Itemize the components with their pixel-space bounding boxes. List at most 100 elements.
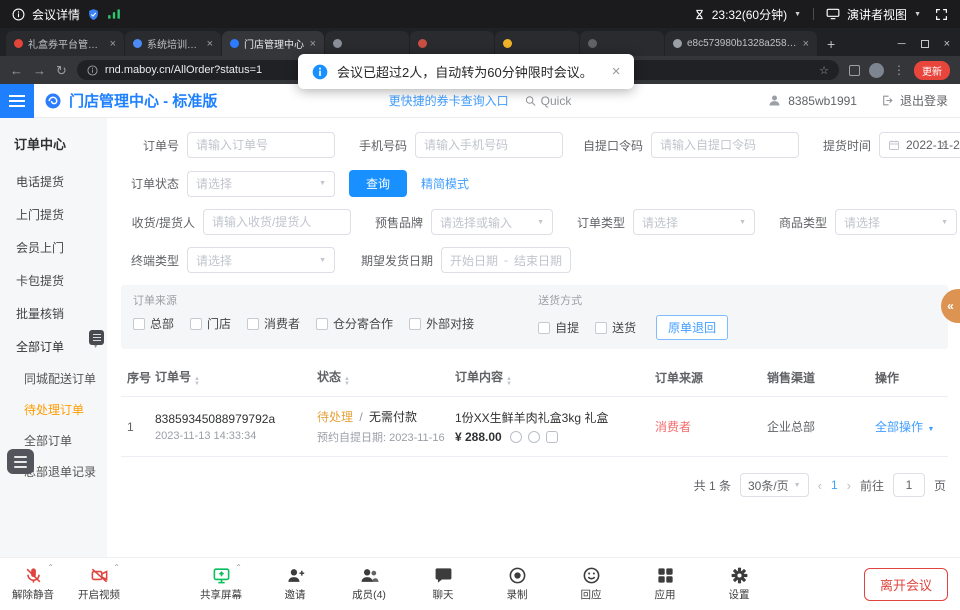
- phone-input[interactable]: [415, 132, 563, 158]
- chevron-up-icon[interactable]: ⌃: [113, 563, 120, 572]
- sidebar-item-phone-pickup[interactable]: 电话提货: [0, 165, 107, 198]
- username[interactable]: 8385wb1991: [788, 94, 857, 108]
- floating-menu-button[interactable]: [7, 449, 34, 474]
- checkbox-warehouse-coop[interactable]: 仓分寄合作: [316, 315, 393, 332]
- coupon-query-link[interactable]: 更快捷的券卡查询入口: [389, 92, 509, 109]
- sidebar-item-member-visit[interactable]: 会员上门: [0, 231, 107, 264]
- sidebar-drag-handle[interactable]: [89, 330, 104, 345]
- col-header[interactable]: 订单内容▲▼: [455, 368, 655, 387]
- chevron-down-icon[interactable]: ▼: [927, 426, 934, 433]
- simple-mode-link[interactable]: 精简模式: [421, 175, 469, 192]
- prev-page-button[interactable]: ‹: [818, 478, 822, 493]
- signal-icon[interactable]: [107, 8, 121, 20]
- presale-brand-select[interactable]: 请选择或输入 ▼: [431, 209, 553, 235]
- date-start-placeholder[interactable]: 开始日期: [450, 252, 498, 269]
- col-header[interactable]: 状态▲▼: [317, 368, 455, 387]
- terminal-type-select[interactable]: 请选择 ▼: [187, 247, 335, 273]
- search-button[interactable]: 查询: [349, 170, 407, 197]
- settings-button[interactable]: 设置: [714, 566, 764, 602]
- browser-update-button[interactable]: 更新: [914, 61, 950, 80]
- chevron-down-icon[interactable]: ▼: [914, 11, 921, 18]
- chevron-up-icon[interactable]: ⌃: [47, 563, 54, 572]
- browser-tab[interactable]: [410, 31, 494, 56]
- extensions-icon[interactable]: [849, 65, 860, 76]
- ship-date-range[interactable]: 开始日期 - 结束日期: [441, 247, 571, 273]
- new-tab-button[interactable]: +: [818, 36, 844, 52]
- start-video-button[interactable]: 开启视频 ⌃: [74, 566, 124, 602]
- sort-icon[interactable]: ▲▼: [194, 377, 200, 387]
- hamburger-menu-button[interactable]: [0, 84, 34, 118]
- order-no-input[interactable]: [187, 132, 335, 158]
- sidebar-item-pending-orders[interactable]: 待处理订单: [0, 394, 107, 425]
- sidebar-item-city-delivery[interactable]: 同城配送订单: [0, 363, 107, 394]
- checkbox-consumer[interactable]: 消费者: [247, 315, 300, 332]
- checkbox-external[interactable]: 外部对接: [409, 315, 474, 332]
- sort-icon[interactable]: ▲▼: [506, 377, 512, 387]
- tab-close-icon[interactable]: ×: [310, 38, 316, 50]
- col-header[interactable]: 订单号▲▼: [155, 368, 317, 387]
- tab-close-icon[interactable]: ×: [110, 38, 116, 50]
- order-status-select[interactable]: 请选择 ▼: [187, 171, 335, 197]
- order-type-select[interactable]: 请选择 ▼: [633, 209, 755, 235]
- receiver-input[interactable]: [203, 209, 351, 235]
- members-button[interactable]: 成员(4): [344, 566, 394, 602]
- row-actions-dropdown[interactable]: 全部操作: [875, 420, 923, 434]
- close-icon[interactable]: ×: [612, 63, 621, 80]
- share-screen-button[interactable]: 共享屏幕 ⌃: [196, 566, 246, 602]
- view-mode-selector[interactable]: 演讲者视图: [847, 6, 907, 23]
- sidebar-item-door-pickup[interactable]: 上门提货: [0, 198, 107, 231]
- browser-tab[interactable]: [580, 31, 664, 56]
- tab-close-icon[interactable]: ×: [803, 38, 809, 50]
- expand-panel-icon[interactable]: »: [941, 136, 948, 151]
- chat-button[interactable]: 聊天: [418, 566, 468, 602]
- page-size-select[interactable]: 30条/页 ▼: [740, 473, 809, 497]
- browser-tab-active[interactable]: 门店管理中心 ×: [222, 31, 324, 56]
- maximize-icon[interactable]: [921, 40, 929, 48]
- shield-check-icon[interactable]: [87, 7, 100, 22]
- unmute-button[interactable]: 解除静音 ⌃: [8, 566, 58, 602]
- browser-menu-icon[interactable]: ⋮: [893, 63, 905, 77]
- chevron-down-icon[interactable]: ▼: [794, 11, 801, 18]
- date-start-value[interactable]: 2022-11-21: [906, 138, 960, 152]
- quick-search[interactable]: Quick: [525, 94, 572, 108]
- invite-button[interactable]: 邀请: [270, 566, 320, 602]
- fullscreen-icon[interactable]: [935, 8, 948, 21]
- browser-tab[interactable]: [325, 31, 409, 56]
- table-row[interactable]: 1 83859345088979792a 2023-11-13 14:33:34…: [121, 397, 948, 457]
- browser-tab[interactable]: 礼盒券平台管理中心 ×: [6, 31, 124, 56]
- back-icon[interactable]: ←: [10, 64, 23, 77]
- checkbox-store[interactable]: 门店: [190, 315, 231, 332]
- browser-tab[interactable]: e8c573980b1328a258fd2e6l ×: [665, 31, 817, 56]
- url-text[interactable]: rnd.maboy.cn/AllOrder?status=1: [105, 64, 262, 76]
- close-icon[interactable]: ×: [944, 38, 950, 50]
- browser-tab[interactable]: 系统培训学习 ×: [125, 31, 221, 56]
- goods-type-select[interactable]: 请选择 ▼: [835, 209, 957, 235]
- record-button[interactable]: 录制: [492, 566, 542, 602]
- browser-tab[interactable]: [495, 31, 579, 56]
- sidebar-item-batch-verify[interactable]: 批量核销: [0, 297, 107, 330]
- order-no[interactable]: 83859345088979792a: [155, 412, 317, 426]
- minimize-icon[interactable]: ─: [898, 38, 906, 50]
- reactions-button[interactable]: 回应: [566, 566, 616, 602]
- logout-button[interactable]: 退出登录: [900, 92, 948, 109]
- browser-profile-avatar[interactable]: [869, 63, 884, 78]
- meeting-details-link[interactable]: 会议详情: [32, 6, 80, 23]
- sidebar-item-card-pickup[interactable]: 卡包提货: [0, 264, 107, 297]
- pickup-code-input[interactable]: [651, 132, 799, 158]
- date-end-placeholder[interactable]: 结束日期: [514, 252, 562, 269]
- leave-meeting-button[interactable]: 离开会议: [864, 568, 948, 601]
- sort-icon[interactable]: ▲▼: [344, 377, 350, 387]
- meeting-timer[interactable]: 23:32(60分钟): [712, 6, 787, 23]
- bookmark-icon[interactable]: ☆: [819, 64, 829, 77]
- next-page-button[interactable]: ›: [847, 478, 851, 493]
- refresh-icon[interactable]: ↻: [56, 64, 67, 77]
- checkbox-delivery[interactable]: 送货: [595, 319, 636, 336]
- chevron-up-icon[interactable]: ⌃: [235, 563, 242, 572]
- original-return-button[interactable]: 原单退回: [656, 315, 728, 340]
- checkbox-self-pickup[interactable]: 自提: [538, 319, 579, 336]
- goto-page-input[interactable]: [893, 473, 925, 497]
- apps-button[interactable]: 应用: [640, 566, 690, 602]
- checkbox-hq[interactable]: 总部: [133, 315, 174, 332]
- forward-icon[interactable]: →: [33, 64, 46, 77]
- current-page[interactable]: 1: [831, 478, 838, 492]
